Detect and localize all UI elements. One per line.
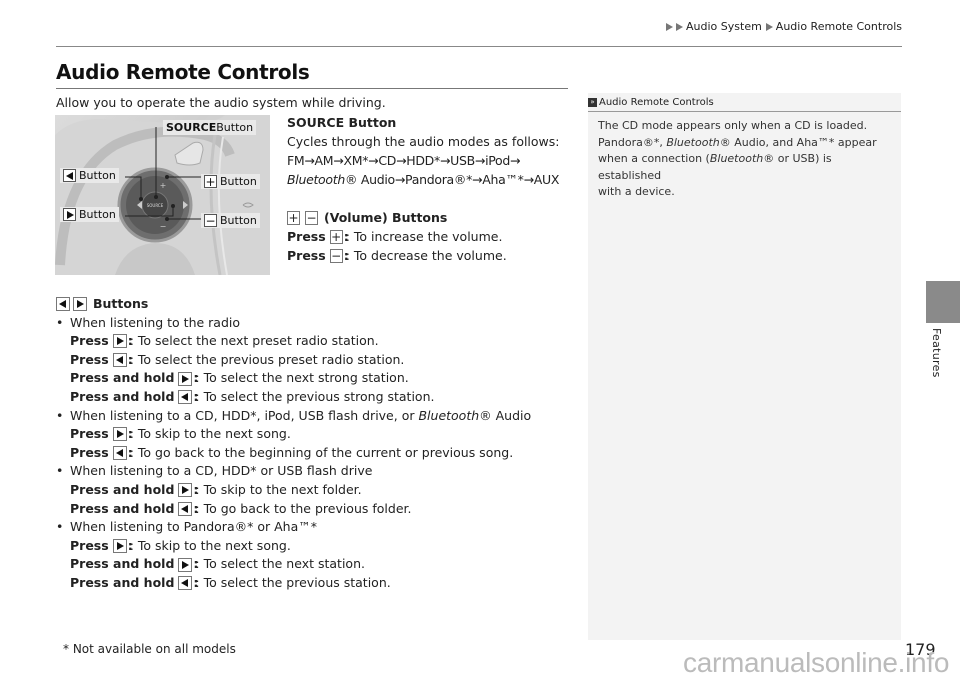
- prev-arrow-icon: [112, 446, 127, 461]
- steering-wheel-figure: SOURCE + − SOURCE Button Button Button +…: [55, 115, 270, 275]
- wheel-source-label: SOURCE: [147, 203, 164, 208]
- bullet-item: • When listening to Pandora®* or Aha™*: [56, 518, 576, 537]
- minus-button-callout: − Button: [201, 213, 260, 228]
- note-sidebar: » Audio Remote Controls The CD mode appe…: [588, 93, 901, 640]
- volume-item: Press + :: To increase the volume.: [287, 229, 503, 244]
- prev-arrow-icon: [63, 169, 76, 182]
- source-heading: SOURCE Button: [287, 115, 397, 130]
- prev-button-callout: Button: [60, 168, 119, 183]
- next-arrow-icon: [112, 334, 127, 349]
- volume-heading: + − (Volume) Buttons: [287, 210, 448, 225]
- plus-button-callout: + Button: [201, 174, 260, 189]
- next-arrow-icon: [178, 557, 193, 572]
- note-divider: [588, 111, 901, 112]
- header-divider: [56, 46, 902, 47]
- bullet-icon: •: [56, 314, 64, 330]
- breadcrumb-item[interactable]: Audio System: [686, 20, 762, 33]
- bullet-item: • When listening to a CD, HDD* or USB fla…: [56, 462, 576, 481]
- instruction-item: Press:: To skip to the next song.: [70, 426, 291, 442]
- steering-wheel-illustration: SOURCE + −: [55, 115, 270, 275]
- breadcrumb-item[interactable]: Audio Remote Controls: [776, 20, 902, 33]
- note-header: » Audio Remote Controls: [588, 97, 901, 108]
- next-arrow-icon: [73, 297, 87, 312]
- note-body: The CD mode appears only when a CD is lo…: [598, 119, 877, 198]
- svg-text:−: −: [160, 222, 167, 231]
- title-divider: [56, 88, 568, 89]
- footnote: * Not available on all models: [63, 642, 236, 656]
- source-section: SOURCE Button Cycles through the audio m…: [287, 113, 587, 265]
- seek-heading: Buttons: [56, 295, 576, 314]
- instruction-item: Press:: To skip to the next song.: [70, 537, 291, 554]
- instruction-item: Press and hold:: To select the previous …: [70, 388, 435, 405]
- next-arrow-icon: [112, 427, 127, 442]
- bullet-icon: •: [56, 463, 64, 479]
- intro-text: Allow you to operate the audio system wh…: [56, 95, 386, 110]
- source-desc: Cycles through the audio modes as follow…: [287, 134, 560, 149]
- breadcrumb-arrow-icon: [676, 22, 684, 31]
- seek-section: Buttons • When listening to the radio Pres…: [56, 295, 576, 593]
- minus-icon: −: [329, 248, 343, 263]
- bullet-item: • When listening to the radio: [56, 314, 576, 333]
- instruction-item: Press and hold:: To select the next stat…: [70, 556, 365, 572]
- bullet-icon: •: [56, 407, 64, 423]
- page-title: Audio Remote Controls: [56, 60, 310, 84]
- source-button-callout: SOURCE Button: [163, 120, 257, 135]
- instruction-item: Press and hold:: To go back to the previ…: [70, 500, 412, 516]
- section-tab-label: Features: [930, 328, 943, 378]
- instruction-item: Press:: To select the previous preset ra…: [70, 351, 405, 368]
- svg-text:+: +: [160, 181, 167, 190]
- instruction-item: Press and hold:: To select the next stro…: [70, 370, 409, 386]
- breadcrumb-arrow-icon: [666, 22, 674, 31]
- watermark: carmanualsonline.info: [683, 647, 950, 678]
- breadcrumb: Audio System Audio Remote Controls: [666, 20, 902, 33]
- bullet-item: • When listening to a CD, HDD*, iPod, USB…: [56, 407, 576, 426]
- volume-item: Press − :: To decrease the volume.: [287, 248, 507, 263]
- instruction-item: Press and hold:: To skip to the next fol…: [70, 481, 362, 498]
- prev-arrow-icon: [178, 501, 193, 516]
- next-arrow-icon: [178, 483, 193, 498]
- breadcrumb-arrow-icon: [765, 22, 773, 31]
- next-arrow-icon: [178, 371, 193, 386]
- next-arrow-icon: [63, 208, 76, 221]
- minus-icon: −: [204, 213, 217, 228]
- section-tab[interactable]: [926, 281, 960, 323]
- source-modes-line2: Bluetooth® Audio→Pandora®*→Aha™*→AUX: [287, 172, 560, 187]
- instruction-item: Press:: To select the next preset radio …: [70, 333, 379, 349]
- next-button-callout: Button: [60, 207, 119, 222]
- note-reference-icon: »: [588, 98, 597, 107]
- prev-arrow-icon: [178, 576, 193, 591]
- prev-arrow-icon: [112, 353, 127, 368]
- prev-arrow-icon: [178, 390, 193, 405]
- instruction-item: Press and hold:: To select the previous …: [70, 574, 391, 591]
- prev-arrow-icon: [56, 297, 70, 312]
- bullet-icon: •: [56, 519, 64, 535]
- next-arrow-icon: [112, 539, 127, 554]
- source-modes-line1: FM→AM→XM*→CD→HDD*→USB→iPod→: [287, 153, 521, 168]
- instruction-item: Press:: To go back to the beginning of t…: [70, 444, 514, 461]
- minus-icon: −: [305, 210, 318, 225]
- note-title: Audio Remote Controls: [599, 97, 714, 108]
- plus-icon: +: [204, 174, 217, 189]
- plus-icon: +: [287, 210, 300, 225]
- plus-icon: +: [329, 229, 343, 244]
